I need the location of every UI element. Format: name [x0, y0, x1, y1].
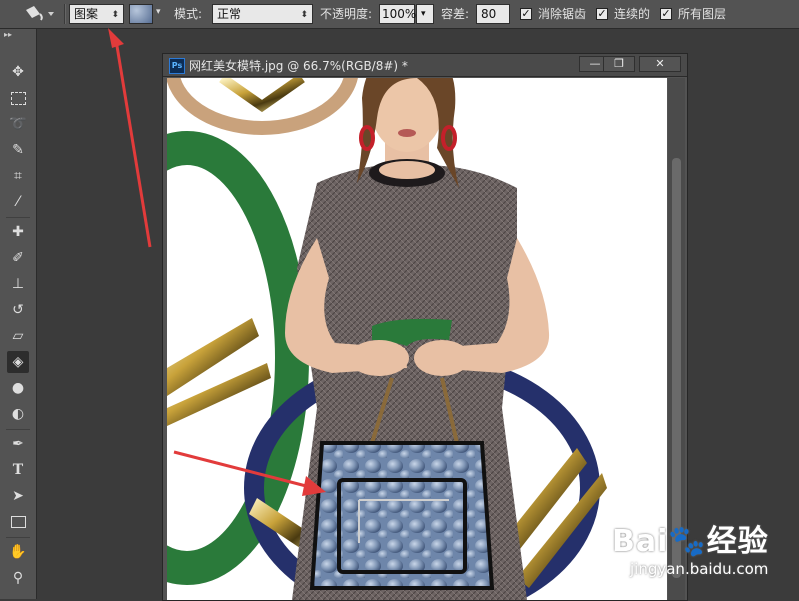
- pen-tool[interactable]: ✒: [7, 433, 29, 455]
- opacity-label: 不透明度:: [320, 7, 373, 21]
- all-layers-checkbox[interactable]: ✓: [660, 8, 672, 20]
- dodge-tool[interactable]: ◐: [7, 403, 29, 425]
- opacity-input[interactable]: 100%: [379, 4, 417, 24]
- check-icon: ✓: [661, 7, 671, 20]
- pattern-picker[interactable]: ▾: [129, 4, 165, 24]
- chevron-down-icon: ▾: [156, 7, 161, 17]
- divider: [6, 429, 30, 430]
- chevron-down-icon: ▾: [421, 9, 426, 19]
- tolerance-input[interactable]: 80: [476, 4, 510, 24]
- hand-tool[interactable]: ✋: [7, 541, 29, 563]
- arrow-icon: ➤: [12, 488, 24, 504]
- move-tool[interactable]: ✥: [7, 61, 29, 83]
- document-title: 网红美女模特.jpg @ 66.7%(RGB/8#) *: [189, 59, 408, 73]
- arrowhead-icon: [108, 28, 124, 48]
- crop-tool[interactable]: ⌗: [7, 165, 29, 187]
- healing-brush-tool[interactable]: ✚: [7, 221, 29, 243]
- crop-icon: ⌗: [14, 168, 22, 184]
- mode-label: 模式:: [174, 7, 203, 21]
- restore-button[interactable]: ❐: [603, 56, 635, 72]
- photo-artwork: [167, 78, 607, 600]
- options-bar: 图案 ⬍ ▾ 模式: 正常 ⬍ 不透明度: 100% ▾ 容差: 80 ✓ 消除…: [0, 0, 799, 29]
- divider: [6, 217, 30, 218]
- close-button[interactable]: ✕: [639, 56, 681, 72]
- contiguous-label: 连续的: [614, 7, 651, 21]
- zoom-icon: ⚲: [12, 570, 24, 586]
- history-brush-icon: ↺: [12, 302, 24, 318]
- panel-collapse-icon[interactable]: ▸▸: [4, 30, 12, 39]
- fill-source-dropdown[interactable]: 图案 ⬍: [69, 4, 124, 24]
- brush-tool[interactable]: ✐: [7, 247, 29, 269]
- check-icon: ✓: [521, 7, 531, 20]
- tolerance-label: 容差:: [441, 7, 470, 21]
- tool-preset-picker[interactable]: [20, 4, 60, 24]
- bandage-icon: ✚: [12, 224, 24, 240]
- dropdown-arrow-icon: ⬍: [111, 10, 119, 20]
- document-titlebar[interactable]: Ps 网红美女模特.jpg @ 66.7%(RGB/8#) * — ❐ ✕: [163, 54, 687, 77]
- left-hand: [349, 340, 409, 376]
- paint-bucket-icon: ◈: [12, 354, 24, 370]
- divider: [64, 4, 66, 24]
- scrollbar-thumb[interactable]: [672, 158, 681, 578]
- mode-dropdown[interactable]: 正常 ⬍: [212, 4, 313, 24]
- collar-inner: [379, 161, 435, 179]
- pen-icon: ✒: [12, 436, 24, 452]
- path-selection-tool[interactable]: ➤: [7, 485, 29, 507]
- lasso-icon: ➰: [9, 116, 27, 132]
- brush-icon: ✐: [12, 250, 24, 266]
- dropdown-arrow-icon: ⬍: [300, 10, 308, 20]
- move-icon: ✥: [12, 64, 24, 80]
- marquee-icon: [10, 91, 26, 105]
- type-icon: T: [12, 462, 24, 478]
- opacity-value: 100%: [382, 7, 417, 21]
- rectangle-icon: [10, 516, 26, 528]
- right-hand: [414, 340, 470, 376]
- clone-stamp-tool[interactable]: ⊥: [7, 273, 29, 295]
- paint-bucket-icon: [26, 6, 54, 21]
- watermark-brand-text: Bai: [612, 524, 669, 559]
- lips: [398, 129, 416, 137]
- hand-icon: ✋: [9, 544, 27, 560]
- quick-select-icon: ✎: [12, 142, 24, 158]
- eraser-tool[interactable]: ▱: [7, 325, 29, 347]
- marquee-tool[interactable]: [7, 87, 29, 109]
- stamp-icon: ⊥: [11, 276, 25, 292]
- quick-select-tool[interactable]: ✎: [7, 139, 29, 161]
- watermark-brand-cn: 经验: [706, 524, 769, 559]
- baidu-watermark: Bai🐾经验 jingyan.baidu.com: [612, 516, 792, 586]
- divider: [6, 537, 30, 538]
- photoshop-logo-icon: Ps: [169, 58, 185, 74]
- anti-alias-label: 消除锯齿: [538, 7, 587, 21]
- eyedropper-tool[interactable]: ⁄: [7, 191, 29, 213]
- zoom-tool[interactable]: ⚲: [7, 567, 29, 589]
- watermark-brand: Bai🐾经验: [612, 516, 769, 560]
- opacity-slider-button[interactable]: ▾: [416, 4, 434, 24]
- arrow-to-fill-source: [114, 39, 152, 248]
- rectangle-tool[interactable]: [7, 511, 29, 533]
- tools-panel: ▸▸ ✥ ➰ ✎ ⌗ ⁄ ✚ ✐ ⊥ ↺ ▱ ◈ ● ◐ ✒ T ➤ ✋ ⚲: [0, 29, 37, 599]
- tolerance-value: 80: [481, 7, 497, 21]
- mode-value: 正常: [217, 7, 242, 21]
- gold-chevron-top: [219, 78, 305, 113]
- eraser-icon: ▱: [12, 328, 24, 344]
- type-tool[interactable]: T: [7, 459, 29, 481]
- fill-source-value: 图案: [74, 7, 99, 21]
- image-canvas[interactable]: [167, 78, 667, 600]
- lasso-tool[interactable]: ➰: [7, 113, 29, 135]
- contiguous-checkbox[interactable]: ✓: [596, 8, 608, 20]
- check-icon: ✓: [597, 7, 607, 20]
- paw-icon: 🐾: [668, 524, 707, 559]
- pattern-swatch: [129, 4, 153, 24]
- watermark-url: jingyan.baidu.com: [630, 560, 769, 578]
- history-brush-tool[interactable]: ↺: [7, 299, 29, 321]
- eyedropper-icon: ⁄: [16, 194, 20, 210]
- all-layers-label: 所有图层: [678, 7, 727, 21]
- droplet-icon: ●: [11, 380, 25, 396]
- blur-tool[interactable]: ●: [7, 377, 29, 399]
- dodge-icon: ◐: [11, 406, 25, 422]
- anti-alias-checkbox[interactable]: ✓: [520, 8, 532, 20]
- paint-bucket-tool[interactable]: ◈: [7, 351, 29, 373]
- document-window: Ps 网红美女模特.jpg @ 66.7%(RGB/8#) * — ❐ ✕: [162, 53, 688, 601]
